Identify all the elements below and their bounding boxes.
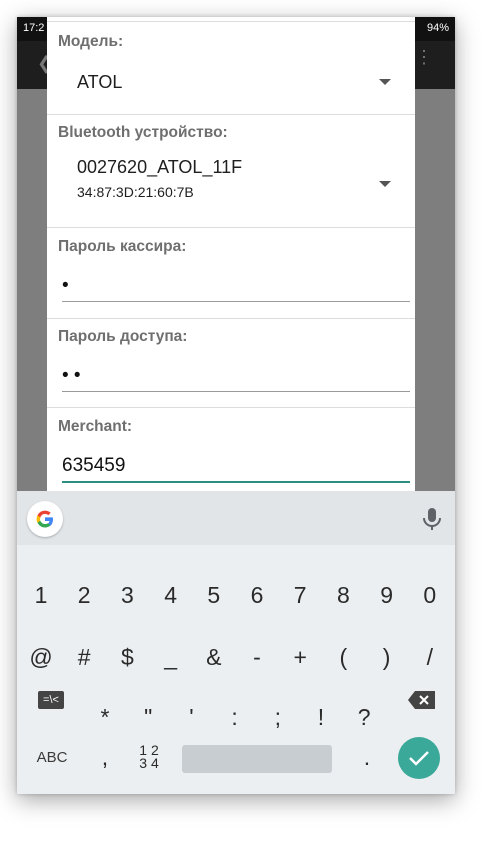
symbol-key-9[interactable]: / — [412, 635, 448, 679]
settings-dialog: Модель: ATOL Bluetooth устройство: 00276… — [47, 17, 415, 491]
input-underline-active — [62, 481, 410, 483]
punct-key-3[interactable]: : — [217, 695, 253, 739]
numpad-key-label: 1 2 3 4 — [139, 743, 159, 771]
punct-key-1[interactable]: " — [130, 695, 166, 739]
bluetooth-device-mac: 34:87:3D:21:60:7B — [77, 184, 194, 200]
divider — [47, 21, 415, 22]
punct-key-4[interactable]: ; — [260, 695, 296, 739]
number-key-5[interactable]: 6 — [239, 573, 275, 617]
status-time: 17:2 — [23, 22, 45, 34]
phone-screen: 17:2 94% ❮ ⋮ Модель: ATOL Bluetooth устр… — [17, 17, 455, 794]
comma-key[interactable]: , — [85, 735, 125, 779]
period-key[interactable]: . — [347, 735, 387, 779]
overflow-menu-icon[interactable]: ⋮ — [415, 48, 433, 66]
backspace-icon — [408, 691, 435, 709]
punct-key-5[interactable]: ! — [303, 695, 339, 739]
divider — [47, 227, 415, 228]
input-underline — [62, 301, 410, 302]
divider — [47, 114, 415, 115]
symbol-key-4[interactable]: & — [196, 635, 232, 679]
divider — [47, 407, 415, 408]
symbol-key-3[interactable]: _ — [153, 635, 189, 679]
symbol-key-7[interactable]: ( — [325, 635, 361, 679]
symbol-key-0[interactable]: @ — [23, 635, 59, 679]
bluetooth-spinner[interactable]: 0027620_ATOL_11F 34:87:3D:21:60:7B — [47, 149, 415, 219]
number-key-8[interactable]: 9 — [369, 573, 405, 617]
number-key-4[interactable]: 5 — [196, 573, 232, 617]
input-underline — [62, 391, 410, 392]
number-key-0[interactable]: 1 — [23, 573, 59, 617]
model-spinner[interactable]: ATOL — [47, 57, 415, 107]
numpad-key-bottom: 3 4 — [139, 755, 159, 771]
number-key-6[interactable]: 7 — [282, 573, 318, 617]
microphone-icon[interactable] — [421, 507, 443, 531]
space-key[interactable] — [182, 745, 332, 773]
backspace-key[interactable] — [400, 678, 444, 722]
access-password-label: Пароль доступа: — [58, 328, 188, 345]
cashier-password-input[interactable] — [62, 271, 410, 301]
bluetooth-device-name: 0027620_ATOL_11F — [77, 157, 243, 177]
number-key-9[interactable]: 0 — [412, 573, 448, 617]
numpad-key[interactable]: 1 2 3 4 — [129, 735, 169, 779]
symbol-key-1[interactable]: # — [66, 635, 102, 679]
status-battery: 94% — [426, 22, 449, 34]
merchant-input[interactable] — [62, 451, 410, 481]
google-logo-icon[interactable] — [27, 501, 63, 537]
symbols-toggle-key[interactable]: =\< — [29, 678, 73, 722]
symbols-key-label: =\< — [38, 691, 64, 709]
suggestion-strip — [17, 491, 455, 545]
symbol-key-2[interactable]: $ — [109, 635, 145, 679]
model-label: Модель: — [58, 33, 124, 50]
bluetooth-label: Bluetooth устройство: — [58, 124, 228, 141]
dropdown-arrow-icon — [379, 79, 391, 85]
enter-key[interactable] — [398, 737, 440, 779]
symbol-key-8[interactable]: ) — [369, 635, 405, 679]
number-key-7[interactable]: 8 — [325, 573, 361, 617]
divider — [47, 318, 415, 319]
cashier-password-label: Пароль кассира: — [58, 238, 187, 255]
merchant-label: Merchant: — [58, 418, 133, 435]
dropdown-arrow-icon — [379, 181, 391, 187]
checkmark-icon — [409, 751, 429, 766]
number-key-3[interactable]: 4 — [153, 573, 189, 617]
number-key-2[interactable]: 3 — [109, 573, 145, 617]
soft-keyboard: 1234567890 @ # $ _ & - +() / * " ':;!? =\< ABC , … — [17, 491, 455, 794]
access-password-input[interactable] — [62, 361, 410, 391]
model-value: ATOL — [77, 72, 123, 92]
abc-key[interactable]: ABC — [25, 735, 79, 779]
symbol-key-5[interactable]: - — [239, 635, 275, 679]
punct-key-6[interactable]: ? — [346, 695, 382, 739]
symbol-key-6[interactable]: + — [282, 635, 318, 679]
punct-key-0[interactable]: * — [87, 695, 123, 739]
number-key-1[interactable]: 2 — [66, 573, 102, 617]
punct-key-2[interactable]: ' — [173, 695, 209, 739]
